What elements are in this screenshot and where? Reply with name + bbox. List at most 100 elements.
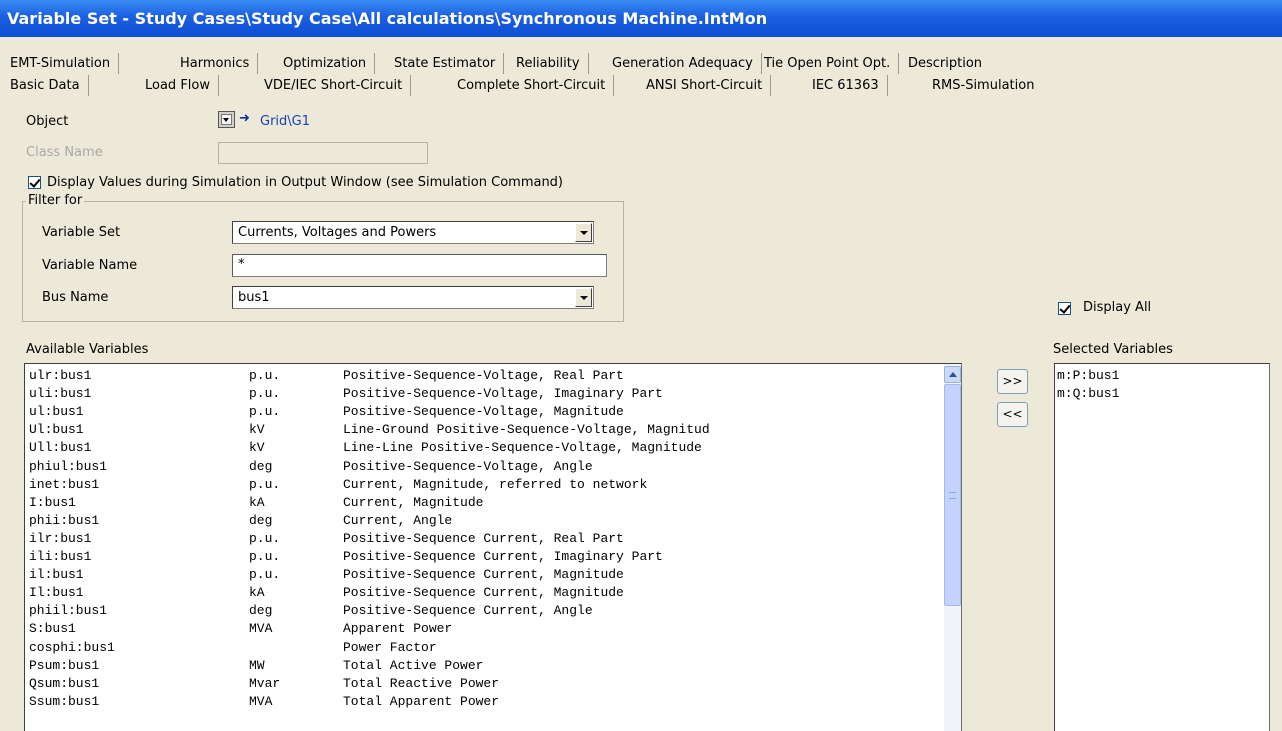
unit-cell: p.u. <box>249 567 281 583</box>
display-all-checkbox[interactable] <box>1058 302 1071 315</box>
tab-basic-data[interactable]: Basic Data <box>2 75 89 96</box>
tab-tie-open-point-opt[interactable]: Tie Open Point Opt. <box>756 53 900 74</box>
available-variables-list[interactable]: Ssum:bus1 MVA Total Apparent Power Qsum:bus… <box>24 363 962 731</box>
unit-cell: p.u. <box>249 549 281 564</box>
bus-name-dropdown[interactable]: bus1 <box>232 286 594 309</box>
object-select-button[interactable] <box>218 111 235 128</box>
unit-cell: p.u. <box>249 476 281 492</box>
variable-name-cell: phii:bus1 <box>29 512 100 528</box>
description-cell: Positive-Sequence-Voltage, Magnitude <box>343 404 624 420</box>
tab-harmonics[interactable]: Harmonics <box>172 53 259 74</box>
tab-load-flow[interactable]: Load Flow <box>137 75 219 96</box>
tab-row-2: Basic Data Load Flow VDE/IEC Short-Circu… <box>0 75 1282 97</box>
description-cell: Current, Angle <box>343 512 453 528</box>
remove-variable-button[interactable]: << <box>997 402 1028 427</box>
description-cell: Positive-Sequence Current, Real Part <box>343 530 624 546</box>
unit-cell: MW <box>249 657 265 673</box>
variable-name-label: Variable Name <box>42 258 138 273</box>
variable-name-cell: ulr:bus1 <box>29 368 92 383</box>
unit-cell: p.u. <box>249 404 281 420</box>
unit-cell: kV <box>249 440 265 456</box>
description-cell: Positive-Sequence Current, Imaginary Par… <box>343 549 663 564</box>
object-link[interactable]: Grid\G1 <box>260 114 310 129</box>
bus-name-label: Bus Name <box>42 290 109 305</box>
unit-cell: MVA <box>249 621 273 637</box>
chevron-down-icon[interactable] <box>575 288 592 307</box>
window-title: Variable Set - Study Cases\Study Case\Al… <box>0 0 1282 37</box>
variable-name-cell: Il:bus1 <box>29 585 84 601</box>
tab-complete-short-circuit[interactable]: Complete Short-Circuit <box>449 75 615 96</box>
selected-variables-list[interactable]: m:P:bus1 m:Q:bus1 <box>1054 363 1270 731</box>
tab-rms-simulation[interactable]: RMS-Simulation <box>924 75 1043 96</box>
display-all-label: Display All <box>1083 300 1152 315</box>
description-cell: Line-Ground Positive-Sequence-Voltage, M… <box>343 422 710 438</box>
unit-cell: kV <box>249 422 265 438</box>
bus-name-value: bus1 <box>238 290 270 305</box>
unit-cell: kA <box>249 494 265 510</box>
unit-cell: p.u. <box>249 368 281 383</box>
tab-vde-iec-short-circuit[interactable]: VDE/IEC Short-Circuit <box>256 75 412 96</box>
tab-iec-61363[interactable]: IEC 61363 <box>804 75 888 96</box>
tab-ansi-short-circuit[interactable]: ANSI Short-Circuit <box>638 75 772 96</box>
variable-set-dropdown[interactable]: Currents, Voltages and Powers <box>232 221 594 244</box>
selected-variable-row[interactable]: m:Q:bus1 <box>1057 385 1119 403</box>
add-variable-button[interactable]: >> <box>997 369 1028 394</box>
variable-name-cell: Ul:bus1 <box>29 422 84 438</box>
description-cell: Positive-Sequence-Voltage, Imaginary Par… <box>343 386 663 402</box>
description-cell: Positive-Sequence Current, Magnitude <box>343 585 624 601</box>
description-cell: Total Apparent Power <box>343 693 500 709</box>
unit-cell: MVA <box>249 693 273 709</box>
available-variables-label: Available Variables <box>26 342 149 357</box>
description-cell: Positive-Sequence Current, Angle <box>343 603 593 619</box>
unit-cell: p.u. <box>249 530 281 546</box>
unit-cell: Mvar <box>249 675 281 691</box>
right-arrow-icon[interactable]: ➜ <box>239 111 250 126</box>
tab-generation-adequacy[interactable]: Generation Adequacy <box>604 53 762 74</box>
unit-cell: kA <box>249 585 265 601</box>
variable-name-cell: ul:bus1 <box>29 404 84 420</box>
description-cell: Current, Magnitude <box>343 494 484 510</box>
variable-name-cell: Psum:bus1 <box>29 657 100 673</box>
tab-description[interactable]: Description <box>900 53 990 74</box>
class-name-field <box>218 142 428 164</box>
chevron-down-icon[interactable] <box>575 223 592 242</box>
unit-cell: deg <box>249 512 273 528</box>
variable-name-cell: il:bus1 <box>29 567 84 583</box>
description-cell: Positive-Sequence-Voltage, Angle <box>343 458 593 474</box>
filter-group-title: Filter for <box>26 193 85 208</box>
description-cell: Total Active Power <box>343 657 484 673</box>
variable-name-cell: phiil:bus1 <box>29 603 108 619</box>
description-cell: Total Reactive Power <box>343 675 500 691</box>
variable-name-cell: I:bus1 <box>29 494 76 510</box>
dropdown-select-icon <box>221 114 232 125</box>
selected-variable-row[interactable]: m:P:bus1 <box>1057 367 1119 385</box>
description-cell: Power Factor <box>343 639 437 655</box>
unit-cell: deg <box>249 603 273 619</box>
description-cell: Positive-Sequence-Voltage, Real Part <box>343 368 624 383</box>
display-values-checkbox[interactable] <box>28 176 41 189</box>
variable-name-cell: S:bus1 <box>29 621 76 637</box>
tab-state-estimator[interactable]: State Estimator <box>386 53 505 74</box>
unit-cell: deg <box>249 458 273 474</box>
display-values-label: Display Values during Simulation in Outp… <box>47 175 564 190</box>
tab-reliability[interactable]: Reliability <box>508 53 589 74</box>
variable-name-cell: phiul:bus1 <box>29 458 108 474</box>
tab-row-1: EMT-Simulation Harmonics Optimization St… <box>0 53 1282 75</box>
scrollbar-thumb[interactable] <box>944 384 961 606</box>
available-scrollbar[interactable] <box>944 364 961 731</box>
variable-name-cell: uli:bus1 <box>29 386 92 402</box>
variable-name-cell: ilr:bus1 <box>29 530 92 546</box>
variable-name-input[interactable]: * <box>232 254 607 277</box>
unit-cell: p.u. <box>249 386 281 402</box>
variable-name-cell: cosphi:bus1 <box>29 639 115 655</box>
object-label: Object <box>26 114 69 129</box>
tab-optimization[interactable]: Optimization <box>275 53 376 74</box>
tab-emt-simulation[interactable]: EMT-Simulation <box>2 53 120 74</box>
description-cell: Positive-Sequence Current, Magnitude <box>343 567 624 583</box>
description-cell: Apparent Power <box>343 621 453 637</box>
description-cell: Line-Line Positive-Sequence-Voltage, Mag… <box>343 440 702 456</box>
variable-set-value: Currents, Voltages and Powers <box>238 225 437 240</box>
description-cell: Current, Magnitude, referred to network <box>343 476 648 492</box>
scroll-up-icon[interactable] <box>944 366 961 383</box>
variable-name-cell: Ssum:bus1 <box>29 693 100 709</box>
